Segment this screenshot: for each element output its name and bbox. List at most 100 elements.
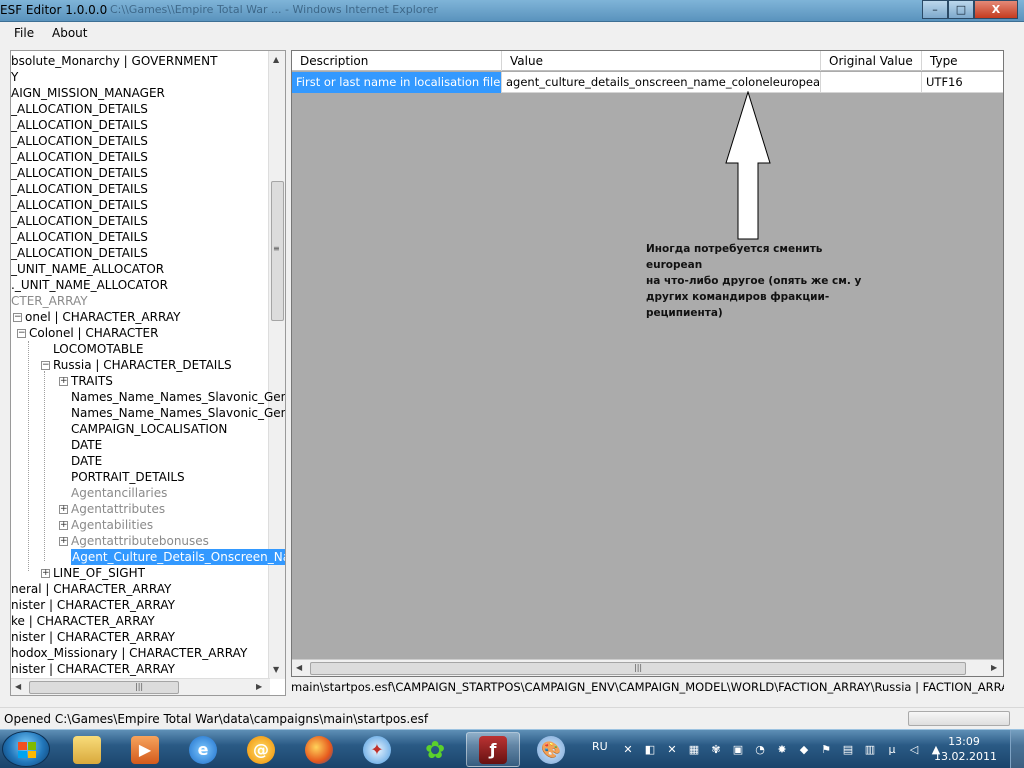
taskbar-mail-agent[interactable]: @ bbox=[234, 732, 288, 767]
tree-node-label: LOCOMOTABLE bbox=[53, 342, 144, 356]
grid-header: Description Value Original Value Type bbox=[292, 51, 1003, 71]
scroll-left-icon[interactable]: ◀ bbox=[296, 663, 302, 672]
window-subtitle: C:\\Games\\Empire Total War ... - Window… bbox=[110, 3, 439, 16]
cell-type[interactable]: UTF16 bbox=[922, 72, 1003, 93]
clock-date: 13.02.2011 bbox=[934, 750, 997, 763]
column-value[interactable]: Value bbox=[502, 51, 821, 71]
grid-horizontal-scrollbar[interactable]: ◀ ||| ▶ bbox=[292, 659, 1003, 676]
collapse-icon[interactable]: − bbox=[13, 313, 22, 322]
cell-original-value[interactable] bbox=[821, 72, 922, 93]
table-row[interactable]: First or last name in localisation file … bbox=[292, 72, 1003, 93]
show-desktop-button[interactable] bbox=[1010, 730, 1024, 768]
maximize-icon: □ bbox=[955, 3, 967, 16]
clock[interactable]: 13:09 13.02.2011 bbox=[934, 734, 997, 764]
taskbar-esf-editor[interactable]: ƒ bbox=[466, 732, 520, 767]
icq-flower-icon: ✿ bbox=[424, 735, 446, 764]
taskbar-icq[interactable]: ✿ bbox=[408, 732, 462, 767]
taskbar-explorer[interactable] bbox=[60, 732, 114, 767]
menu-bar: File About bbox=[0, 22, 1024, 44]
window-title: ESF Editor 1.0.0.0 bbox=[0, 3, 108, 17]
grip-icon: ≡ bbox=[273, 244, 280, 253]
utorrent-icon[interactable]: µ bbox=[884, 741, 900, 757]
tree-node-label: nister | CHARACTER_ARRAY bbox=[11, 598, 175, 612]
grip-icon: ||| bbox=[634, 663, 643, 672]
cell-description[interactable]: First or last name in localisation file bbox=[292, 72, 502, 93]
expand-icon[interactable]: + bbox=[41, 569, 50, 578]
tray-app-icon[interactable]: ✾ bbox=[708, 741, 724, 757]
tray-app-icon[interactable]: ✸ bbox=[774, 741, 790, 757]
tree-node-label: ._UNIT_NAME_ALLOCATOR bbox=[11, 278, 168, 292]
close-button[interactable]: X bbox=[974, 0, 1018, 19]
system-tray: ✕ ◧ ✕ ▦ ✾ ▣ ◔ ✸ ◆ ⚑ ▤ ▥ µ ◁ ▲ bbox=[620, 741, 944, 757]
tray-app-icon[interactable]: ◆ bbox=[796, 741, 812, 757]
tree-node-label: LINE_OF_SIGHT bbox=[53, 566, 145, 580]
scroll-up-icon[interactable]: ▲ bbox=[273, 55, 279, 64]
at-sign-icon: @ bbox=[247, 735, 275, 764]
taskbar: ▶ e @ ✦ ✿ ƒ 🎨 RU ✕ ◧ ✕ ▦ ✾ ▣ ◔ ✸ ◆ ⚑ ▤ ▥… bbox=[0, 729, 1024, 768]
maximize-button[interactable]: □ bbox=[948, 0, 974, 19]
tree-node-label: Agentancillaries bbox=[71, 486, 168, 500]
tree-node-label: _ALLOCATION_DETAILS bbox=[11, 166, 148, 180]
taskbar-internet-explorer[interactable]: e bbox=[176, 732, 230, 767]
tree-node-label: TRAITS bbox=[71, 374, 113, 388]
annotation-line: других командиров фракции- bbox=[646, 291, 830, 303]
scroll-right-icon[interactable]: ▶ bbox=[256, 682, 262, 691]
menu-about[interactable]: About bbox=[52, 26, 87, 40]
annotation-line: Иногда потребуется сменить european bbox=[646, 243, 823, 271]
tree-node-label: _ALLOCATION_DETAILS bbox=[11, 230, 148, 244]
property-grid[interactable]: Description Value Original Value Type Fi… bbox=[291, 50, 1004, 677]
tree-view[interactable]: ▲ ≡ ▼ ◀ ||| ▶ bsolute_Monarchy | GOVERNM… bbox=[10, 50, 286, 696]
collapse-icon[interactable]: − bbox=[17, 329, 26, 338]
menu-file[interactable]: File bbox=[14, 26, 34, 40]
column-original-value[interactable]: Original Value bbox=[821, 51, 922, 71]
tree-node-label: Names_Name_Names_Slavonic_Generalmaz bbox=[71, 390, 285, 404]
taskbar-media-player[interactable]: ▶ bbox=[118, 732, 172, 767]
compass-icon: ✦ bbox=[363, 735, 391, 764]
volume-muted-icon[interactable]: ◁ bbox=[906, 741, 922, 757]
tree-hscroll-thumb[interactable] bbox=[29, 681, 179, 694]
tree-node-label: CAMPAIGN_LOCALISATION bbox=[71, 422, 228, 436]
tree-node-label: _ALLOCATION_DETAILS bbox=[11, 198, 148, 212]
taskbar-firefox[interactable] bbox=[292, 732, 346, 767]
scroll-left-icon[interactable]: ◀ bbox=[15, 682, 21, 691]
tray-app-icon[interactable]: ✕ bbox=[664, 741, 680, 757]
expand-icon[interactable]: + bbox=[59, 537, 68, 546]
tree-node-label: _ALLOCATION_DETAILS bbox=[11, 134, 148, 148]
taskbar-safari[interactable]: ✦ bbox=[350, 732, 404, 767]
tree-node-label: onel | CHARACTER_ARRAY bbox=[25, 310, 181, 324]
expand-icon[interactable]: + bbox=[59, 377, 68, 386]
clock-tray-icon[interactable]: ◔ bbox=[752, 741, 768, 757]
column-description[interactable]: Description bbox=[292, 51, 502, 71]
network-icon[interactable]: ▤ bbox=[840, 741, 856, 757]
palette-icon: 🎨 bbox=[537, 735, 565, 764]
tree-node-label: Agentabilities bbox=[71, 518, 154, 532]
cell-value[interactable]: agent_culture_details_onscreen_name_colo… bbox=[502, 72, 821, 93]
tree-node-label: _ALLOCATION_DETAILS bbox=[11, 214, 148, 228]
tree-vertical-scrollbar[interactable]: ▲ ≡ ▼ bbox=[268, 51, 285, 679]
close-icon: X bbox=[991, 3, 1001, 16]
tray-app-icon[interactable]: ✕ bbox=[620, 741, 636, 757]
status-progress bbox=[908, 711, 1010, 726]
collapse-icon[interactable]: − bbox=[41, 361, 50, 370]
tree-horizontal-scrollbar[interactable]: ◀ ||| ▶ bbox=[11, 678, 270, 695]
tray-app-icon[interactable]: ▣ bbox=[730, 741, 746, 757]
flag-icon[interactable]: ⚑ bbox=[818, 741, 834, 757]
start-button[interactable] bbox=[2, 731, 50, 767]
esf-editor-icon: ƒ bbox=[479, 735, 507, 764]
tree-node-label: _ALLOCATION_DETAILS bbox=[11, 150, 148, 164]
tray-app-icon[interactable]: ▦ bbox=[686, 741, 702, 757]
tree-node-label: ke | CHARACTER_ARRAY bbox=[11, 614, 155, 628]
minimize-button[interactable]: – bbox=[922, 0, 948, 19]
tray-app-icon[interactable]: ◧ bbox=[642, 741, 658, 757]
arrow-up-annotation bbox=[725, 91, 771, 240]
expand-icon[interactable]: + bbox=[59, 521, 68, 530]
scroll-down-icon[interactable]: ▼ bbox=[273, 665, 279, 674]
tree-node-label: Agent_Culture_Details_Onscreen_Name_Colo bbox=[71, 549, 285, 565]
column-type[interactable]: Type bbox=[922, 51, 1003, 71]
tray-app-icon[interactable]: ▥ bbox=[862, 741, 878, 757]
scroll-right-icon[interactable]: ▶ bbox=[991, 663, 997, 672]
expand-icon[interactable]: + bbox=[59, 505, 68, 514]
language-indicator[interactable]: RU bbox=[592, 740, 608, 753]
tree-node-label: PORTRAIT_DETAILS bbox=[71, 470, 185, 484]
taskbar-paint[interactable]: 🎨 bbox=[524, 732, 578, 767]
